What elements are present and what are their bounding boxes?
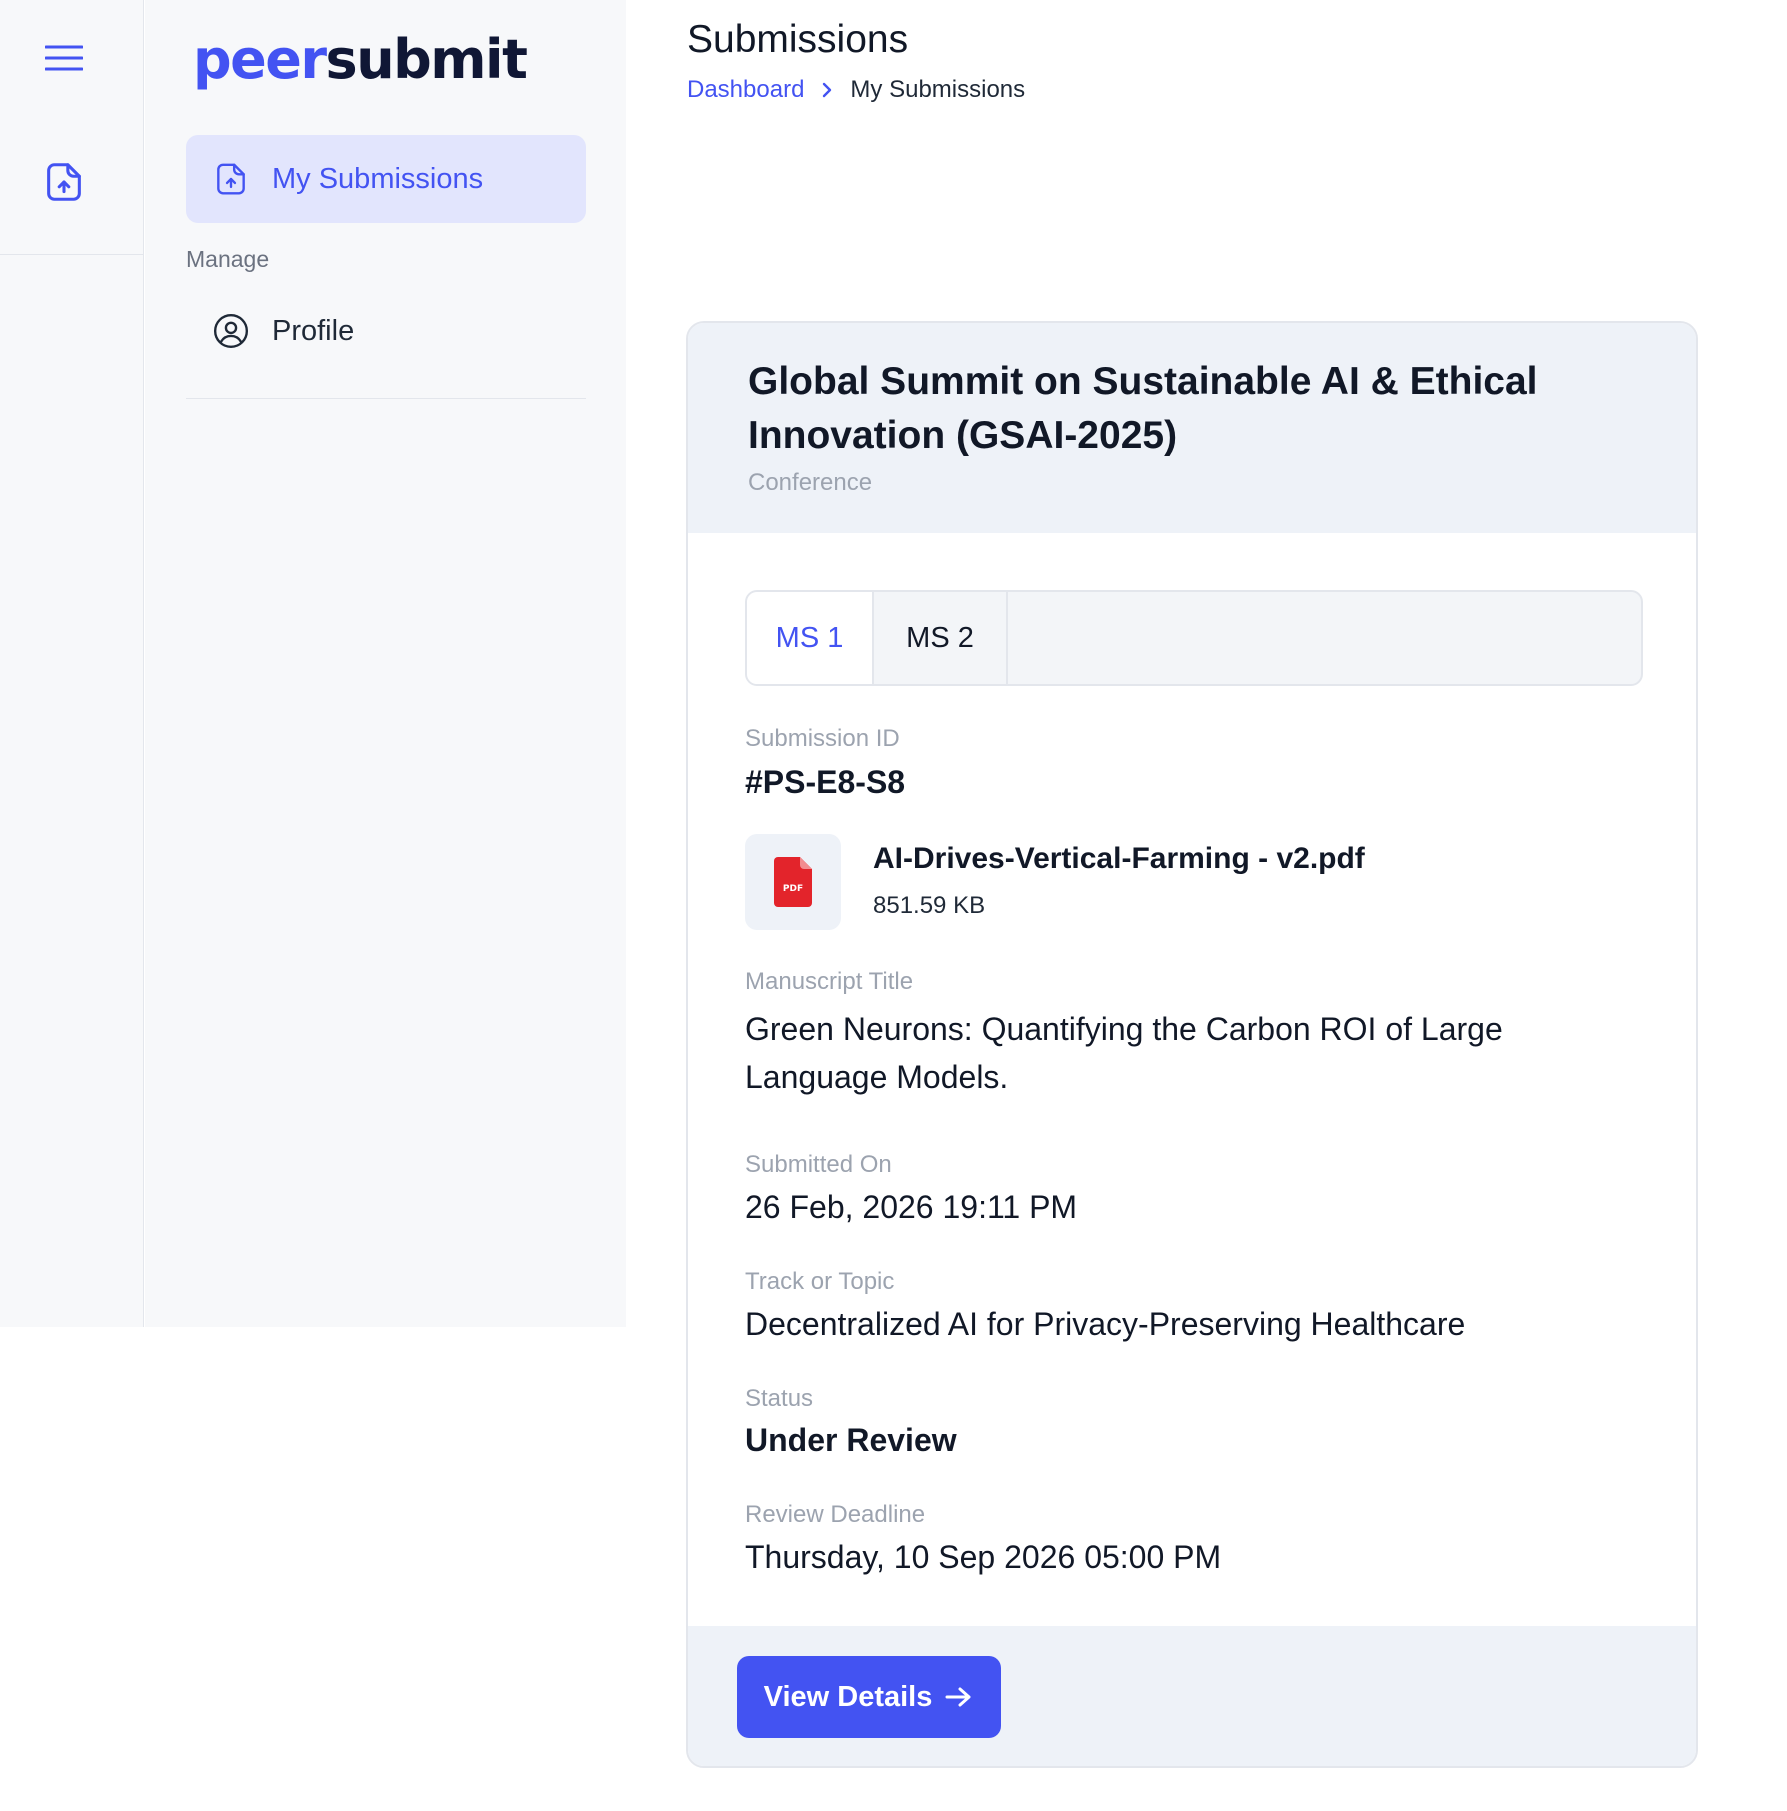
status-value: Under Review [745,1422,957,1458]
submission-card: Global Summit on Sustainable AI & Ethica… [686,321,1698,1768]
conference-type: Conference [748,469,873,496]
review-deadline-label: Review Deadline [745,1501,926,1528]
sidebar: peersubmit My Submissions Manage Profile [145,0,626,1327]
sidebar-item-label: Profile [272,314,355,347]
section-label-manage: Manage [186,246,270,272]
review-deadline-value: Thursday, 10 Sep 2026 05:00 PM [745,1539,1222,1575]
track-value: Decentralized AI for Privacy-Preserving … [745,1306,1466,1342]
page-title: Submissions [687,18,909,61]
hamburger-menu-icon[interactable] [40,38,88,78]
rail-divider [0,254,144,255]
file-upload-icon[interactable] [34,152,94,212]
submission-id-value: #PS-E8-S8 [745,764,906,800]
status-label: Status [745,1385,814,1412]
manuscript-title-label: Manuscript Title [745,968,914,995]
submission-id-label: Submission ID [745,725,900,752]
card-footer: View Details [688,1626,1696,1766]
view-details-button[interactable]: View Details [737,1656,1001,1738]
breadcrumb: Dashboard My Submissions [687,76,1025,104]
sidebar-item-profile[interactable]: Profile [186,293,586,369]
arrow-right-icon [944,1685,974,1709]
tab-ms-2[interactable]: MS 2 [874,592,1008,684]
card-header: Global Summit on Sustainable AI & Ethica… [688,323,1696,533]
sidebar-item-label: My Submissions [272,162,484,195]
submitted-on-label: Submitted On [745,1151,892,1178]
chevron-right-icon [820,80,834,100]
manuscript-title-value: Green Neurons: Quantifying the Carbon RO… [745,1011,1503,1095]
pdf-file-icon: PDF [745,834,841,930]
sidebar-item-my-submissions[interactable]: My Submissions [186,135,586,223]
breadcrumb-link-dashboard[interactable]: Dashboard [687,76,804,104]
user-circle-icon [212,312,250,350]
app-logo[interactable]: peersubmit [193,20,528,100]
icon-rail [0,0,144,1327]
submitted-on-value: 26 Feb, 2026 19:11 PM [745,1189,1078,1225]
sidebar-divider [186,398,586,399]
file-size: 851.59 KB [873,892,986,919]
conference-title: Global Summit on Sustainable AI & Ethica… [748,360,1538,457]
file-name: AI-Drives-Vertical-Farming - v2.pdf [873,842,1365,875]
manuscript-tabs: MS 1 MS 2 [745,590,1643,686]
view-details-label: View Details [763,1680,933,1713]
logo-submit-text: submit [325,28,528,91]
pdf-icon-text: PDF [783,884,803,894]
breadcrumb-current: My Submissions [850,76,1026,103]
track-label: Track or Topic [745,1268,895,1295]
file-attachment[interactable]: PDF AI-Drives-Vertical-Farming - v2.pdf … [745,834,1445,932]
tab-ms-1[interactable]: MS 1 [747,592,874,684]
file-upload-icon [212,160,250,198]
logo-peer-text: peer [193,28,327,91]
